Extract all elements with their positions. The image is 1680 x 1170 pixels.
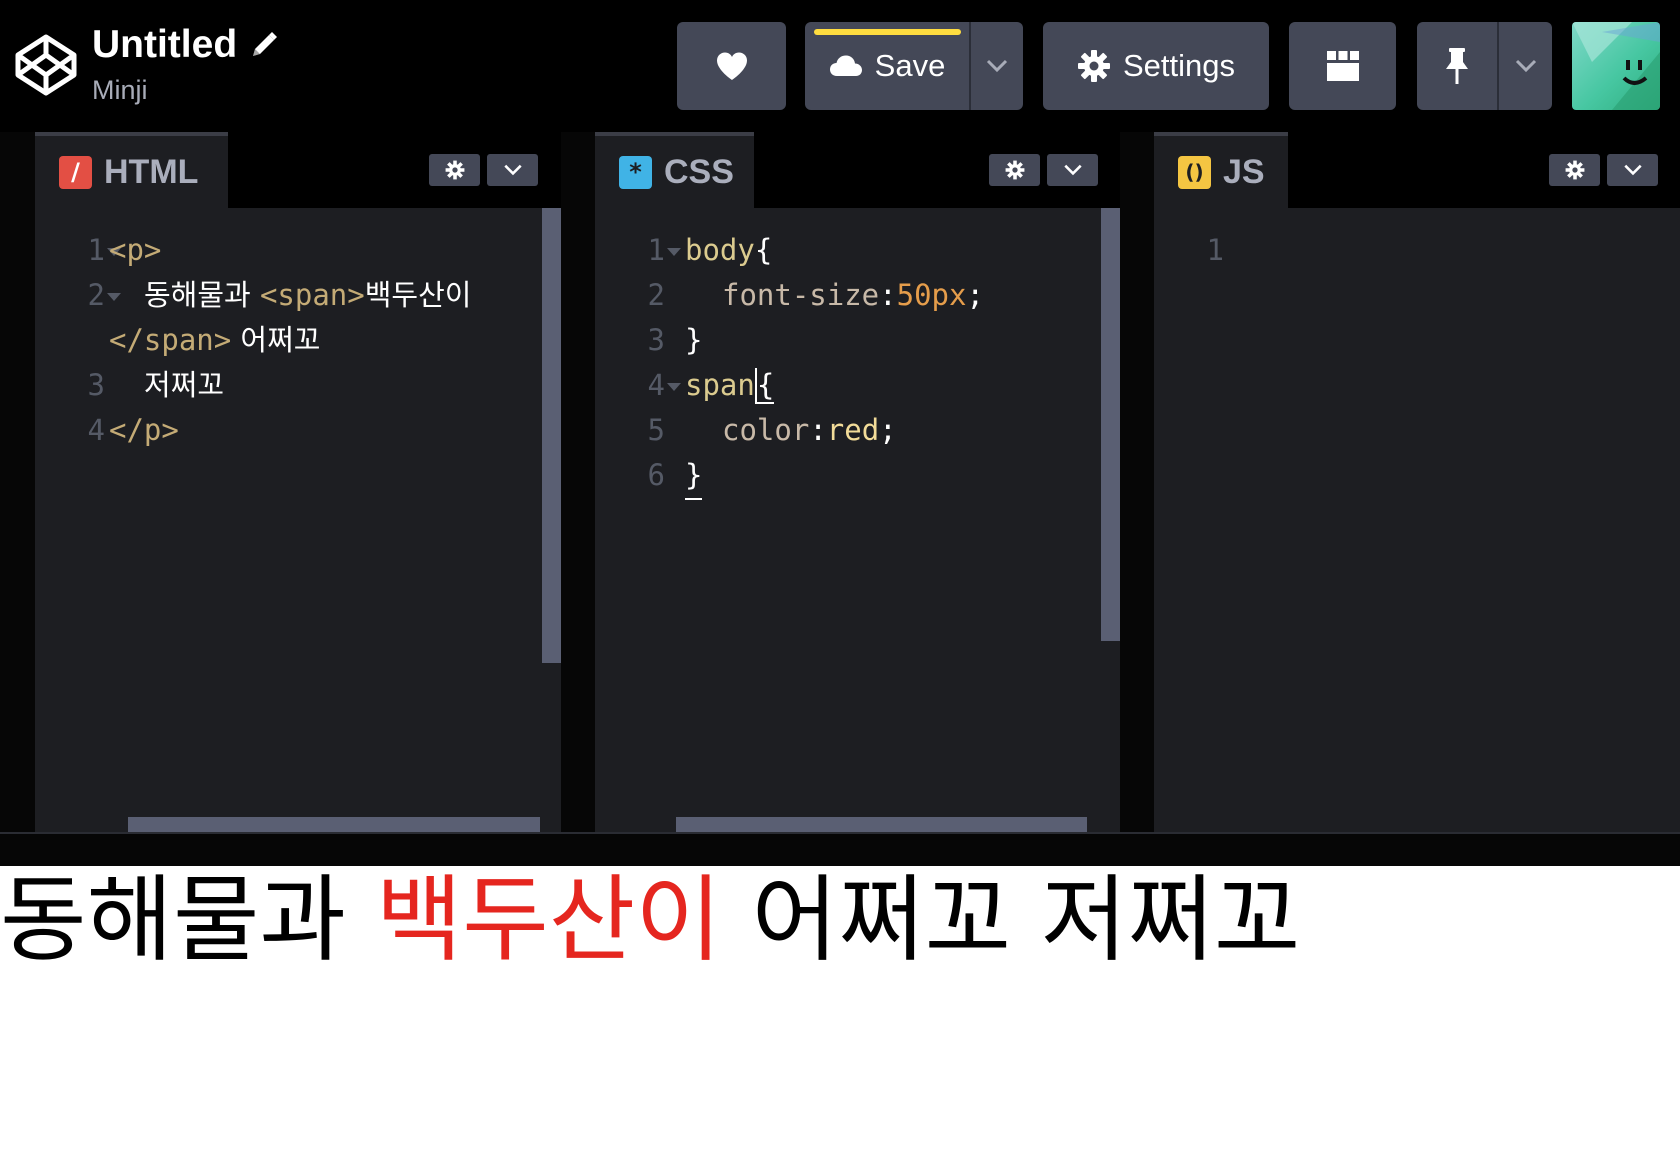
tab-js-label: JS [1223, 152, 1265, 191]
line-number: 3 [647, 323, 665, 357]
tab-css[interactable]: * CSS [595, 132, 754, 208]
js-settings-button[interactable] [1549, 154, 1600, 186]
line-number: 6 [647, 458, 665, 492]
rendered-text: 어쩌꼬 저쩌꼬 [721, 866, 1301, 975]
chevron-down-icon [986, 59, 1008, 73]
gear-icon [1565, 160, 1584, 180]
js-options-dropdown[interactable] [1607, 154, 1658, 186]
html-editor-pane: / HTML 1 <p> 2 동해물과 <span>백두산이 </span> 어… [35, 132, 561, 832]
tab-css-label: CSS [664, 152, 734, 191]
line-number: 1 [87, 233, 105, 267]
line-number: 1 [1206, 233, 1224, 267]
horizontal-scrollbar[interactable] [676, 817, 1087, 832]
chevron-down-icon [1515, 59, 1536, 73]
code-line: </p> [109, 413, 179, 447]
line-number: 3 [87, 368, 105, 402]
line-number: 4 [647, 368, 665, 402]
rendered-span-red: 백두산이 [375, 866, 722, 975]
text-cursor: { [754, 368, 775, 404]
js-code-editor[interactable]: 1 [1154, 208, 1680, 832]
css-code-editor[interactable]: 1 body{ 2 font-size:50px; 3 } 4 span{ 5 … [595, 208, 1120, 832]
header-bar: Untitled Minji Save Settings [0, 0, 1680, 132]
vertical-scrollbar[interactable] [1101, 208, 1120, 641]
code-line: <p> [109, 233, 162, 267]
gear-icon [1005, 160, 1024, 180]
pencil-icon[interactable] [249, 30, 279, 60]
css-options-dropdown[interactable] [1047, 154, 1098, 186]
vertical-scrollbar[interactable] [542, 208, 561, 663]
css-editor-pane: * CSS 1 body{ 2 font-size:50px; 3 } 4 sp… [595, 132, 1120, 832]
settings-button[interactable]: Settings [1043, 22, 1269, 110]
pin-button[interactable] [1417, 22, 1497, 110]
horizontal-scrollbar[interactable] [128, 817, 540, 832]
code-line: font-size:50px; [722, 278, 984, 312]
gear-icon [1077, 50, 1110, 82]
js-parens-icon: () [1178, 155, 1211, 189]
chevron-down-icon [1623, 164, 1642, 176]
code-line: 저쩌꼬 [144, 368, 225, 402]
html-options-dropdown[interactable] [487, 154, 538, 186]
chevron-down-icon [1063, 164, 1082, 176]
layout-grid-icon [1326, 51, 1359, 81]
gear-icon [445, 160, 464, 180]
fold-arrow-icon[interactable] [667, 383, 681, 391]
chevron-down-icon [503, 164, 522, 176]
html-settings-button[interactable] [429, 154, 480, 186]
html-code-editor[interactable]: 1 <p> 2 동해물과 <span>백두산이 </span> 어쩌꼬 3 저쩌… [35, 208, 561, 832]
code-line: body{ [685, 233, 773, 267]
line-number: 2 [87, 278, 105, 312]
fold-arrow-icon[interactable] [107, 293, 121, 301]
pin-icon [1446, 48, 1468, 84]
tab-js[interactable]: () JS [1154, 132, 1288, 208]
code-line: color:red; [722, 413, 897, 447]
save-options-dropdown[interactable] [971, 22, 1023, 110]
js-editor-pane: () JS 1 [1154, 132, 1680, 832]
line-number: 1 [647, 233, 665, 267]
pen-author[interactable]: Minji [92, 70, 279, 110]
css-asterisk-icon: * [619, 155, 652, 189]
code-line: span{ [685, 368, 775, 404]
codepen-logo-icon[interactable] [14, 33, 78, 97]
pen-title[interactable]: Untitled [92, 22, 237, 68]
line-number: 5 [647, 413, 665, 447]
avatar[interactable] [1572, 22, 1660, 110]
code-line: 동해물과 <span>백두산이 [144, 278, 472, 312]
editor-resize-handle[interactable] [0, 832, 1680, 866]
result-preview: 동해물과 백두산이 어쩌꼬 저쩌꼬 [0, 866, 1680, 1170]
pin-options-dropdown[interactable] [1499, 22, 1552, 110]
tab-html[interactable]: / HTML [35, 132, 228, 208]
css-settings-button[interactable] [989, 154, 1040, 186]
save-button[interactable]: Save [805, 22, 969, 110]
pen-title-block: Untitled Minji [92, 22, 279, 110]
tab-html-label: HTML [104, 152, 199, 191]
settings-label: Settings [1122, 48, 1235, 83]
save-label: Save [874, 48, 946, 83]
code-line-wrapped: </span> 어쩌꼬 [109, 323, 321, 357]
unsaved-indicator-bar [814, 29, 961, 35]
line-number: 4 [87, 413, 105, 447]
rendered-text: 동해물과 [0, 866, 376, 975]
line-number: 2 [647, 278, 665, 312]
editors-area: / HTML 1 <p> 2 동해물과 <span>백두산이 </span> 어… [0, 132, 1680, 832]
cloud-icon [829, 55, 862, 76]
code-line: } [685, 323, 703, 357]
heart-icon [716, 52, 747, 80]
pin-button-group [1417, 22, 1552, 110]
html-slash-icon: / [59, 155, 92, 189]
like-button[interactable] [677, 22, 786, 110]
change-view-button[interactable] [1289, 22, 1396, 110]
rendered-paragraph: 동해물과 백두산이 어쩌꼬 저쩌꼬 [0, 866, 1300, 976]
save-button-group: Save [805, 22, 1023, 110]
fold-arrow-icon[interactable] [667, 248, 681, 256]
code-line: } [685, 453, 703, 500]
